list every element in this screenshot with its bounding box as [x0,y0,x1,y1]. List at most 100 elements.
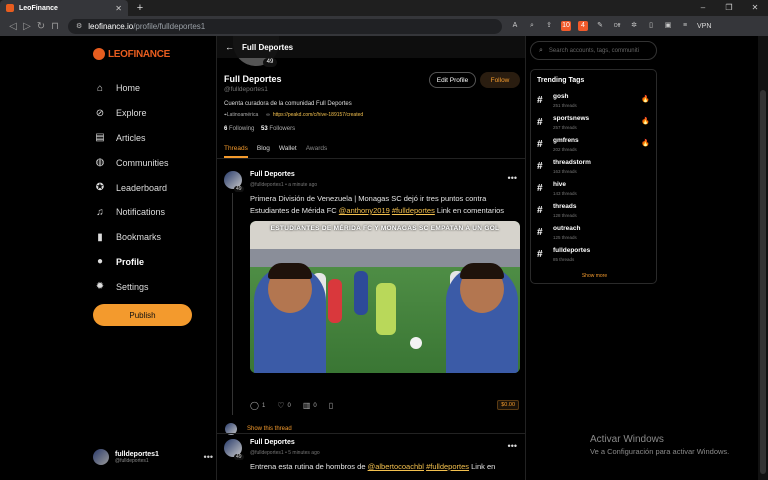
page-scrollbar[interactable] [758,36,768,480]
post-body: Entrena esta rutina de hombros de @alber… [250,462,496,471]
gear-icon: ✹ [95,281,105,293]
trending-tag-sportsnews[interactable]: # sportsnews 257 threads 🔥 [537,114,652,136]
payout-badge[interactable]: $0.00 [497,400,519,410]
hashtag-icon: # [537,205,543,216]
bar-chart-icon: ▥ [302,401,311,410]
post-author[interactable]: Full Deportes [250,439,295,446]
like-button[interactable]: ♡ 0 [277,401,291,410]
sidebar-item-label: Bookmarks [116,232,162,243]
mention-link[interactable]: @anthony2019 [339,206,390,215]
wallet-icon[interactable]: ▣ [663,21,673,31]
profile-stats: 6 Following 53 Followers [224,126,295,132]
extension-area: A ⌕ ⇪ 10 4 ✎ Off ✲ ▯ ▣ ≡ VPN [510,21,711,31]
sidebar-item-explore[interactable]: ⊘ Explore [94,101,169,126]
zoom-icon[interactable]: ⌕ [527,21,537,31]
site-info-icon[interactable]: ⚙ [76,22,82,30]
hashtag-link[interactable]: #fulldeportes [426,462,469,471]
edit-profile-button[interactable]: Edit Profile [429,72,476,88]
football-icon [410,337,422,349]
sidebar-item-home[interactable]: ⌂ Home [94,76,169,101]
sidebar-item-bookmarks[interactable]: ▮ Bookmarks [94,225,169,250]
bookmark-post-button[interactable]: ▯ [329,401,336,410]
vpn-button[interactable]: VPN [697,23,711,30]
sidebar-item-communities[interactable]: ◍ Communities [94,150,169,175]
address-bar[interactable]: ⚙ leofinance.io /profile/fulldeportes1 [68,18,502,34]
sidebar-item-articles[interactable]: ▤ Articles [94,126,169,151]
tab-awards[interactable]: Awards [306,141,328,158]
extension-off-icon[interactable]: Off [612,21,622,31]
mention-link[interactable]: @albertocoachbl [368,462,424,471]
extensions-puzzle-icon[interactable]: ✲ [629,21,639,31]
keychain-extension-icon[interactable]: ✎ [595,21,605,31]
post-more-icon[interactable]: ••• [508,173,517,183]
tab-threads[interactable]: Threads [224,141,248,158]
avatar [93,449,109,465]
translate-icon[interactable]: A [510,21,520,31]
bell-icon: ♫ [96,206,104,218]
sidebar-item-label: Profile [116,256,145,267]
trending-tag-fulldeportes[interactable]: # fulldeportes 85 threads [537,246,652,268]
profile-website-link[interactable]: https://peakd.com/c/hive-189157/created [273,112,363,118]
trending-tag-hive[interactable]: # hive 143 threads [537,180,652,202]
tab-wallet[interactable]: Wallet [279,141,297,158]
sidebar-toggle-icon[interactable]: ▯ [646,21,656,31]
browser-tab[interactable]: LeoFinance ✕ [0,0,128,16]
maximize-button[interactable]: ❐ [716,0,742,16]
trending-tag-threads[interactable]: # threads 128 threads [537,202,652,224]
publish-button[interactable]: Publish [93,304,192,326]
trending-tag-threadstorm[interactable]: # threadstorm 163 threads [537,158,652,180]
trending-tag-outreach[interactable]: # outreach 125 threads [537,224,652,246]
account-handle: @fulldeportes1 [115,457,149,464]
hashtag-link[interactable]: #fulldeportes [392,206,435,215]
tag-name: threadstorm [553,159,591,166]
brave-shield-icon[interactable]: 10 [561,21,571,31]
minimize-button[interactable]: – [690,0,716,16]
tag-count: 143 threads [553,191,577,196]
leofinance-logo[interactable]: LEOFINANCE [93,48,170,60]
trending-tag-gmfrens[interactable]: # gmfrens 202 threads 🔥 [537,136,652,158]
post-author[interactable]: Full Deportes [250,171,295,178]
trending-tag-gosh[interactable]: # gosh 251 threads 🔥 [537,92,652,114]
tab-close-icon[interactable]: ✕ [115,4,122,13]
reply-button[interactable]: ◯ 1 [250,401,265,410]
hashtag-icon: # [537,161,543,172]
scrollbar-thumb[interactable] [760,90,766,474]
new-tab-button[interactable]: + [132,2,148,14]
forward-nav-icon[interactable]: ▷ [20,21,34,32]
close-window-button[interactable]: ✕ [742,0,768,16]
bookmark-page-icon[interactable]: ⊓ [48,21,62,32]
post-more-icon[interactable]: ••• [508,441,517,451]
sidebar-item-leaderboard[interactable]: ✪ Leaderboard [94,175,169,200]
sidebar-item-settings[interactable]: ✹ Settings [94,274,169,299]
url-path: /profile/fulldeportes1 [133,21,206,31]
reload-icon[interactable]: ↻ [34,21,48,32]
account-switcher[interactable]: fulldeportes1 @fulldeportes1 ••• [93,449,213,465]
following-stat[interactable]: 6 Following [224,126,254,132]
more-options-icon[interactable]: ••• [204,452,213,462]
menu-icon[interactable]: ≡ [680,21,690,31]
thread-post[interactable]: 49 Full Deportes @fulldeportes1 • 5 minu… [217,439,525,480]
post-body: Primera División de Venezuela | Monagas … [250,194,505,215]
back-nav-icon[interactable]: ◁ [6,21,20,32]
profile-meta: ⌖ Latinoamérica ∞ https://peakd.com/c/hi… [224,112,363,118]
page-title: Full Deportes [242,42,294,52]
leo-logo-icon [93,48,105,60]
account-name: fulldeportes1 [115,450,159,458]
search-input[interactable]: ⌕ Search accounts, tags, communiti [530,41,657,60]
sidebar-item-notifications[interactable]: ♫ Notifications [94,200,169,225]
brave-rewards-icon[interactable]: 4 [578,21,588,31]
tab-blog[interactable]: Blog [257,141,270,158]
back-arrow-icon[interactable]: ← [225,42,234,52]
follow-button[interactable]: Follow [480,72,520,88]
sidebar-item-label: Explore [116,108,147,119]
search-placeholder: Search accounts, tags, communiti [548,47,639,54]
heart-icon: ♡ [277,401,285,410]
sidebar-item-profile[interactable]: ● Profile [94,250,169,275]
share-icon[interactable]: ⇪ [544,21,554,31]
post-image[interactable]: ESTUDIANTES DE MÉRIDA FC Y MONAGAS SC EM… [250,221,520,373]
followers-stat[interactable]: 53 Followers [261,126,295,132]
bookmark-icon: ▯ [328,401,334,410]
sidebar-menu: ⌂ Home ⊘ Explore ▤ Articles ◍ Communities ✪ L… [94,76,169,299]
thread-post[interactable]: 49 Full Deportes @fulldeportes1 • a minu… [217,171,525,441]
show-more-link[interactable]: Show more [531,273,658,279]
